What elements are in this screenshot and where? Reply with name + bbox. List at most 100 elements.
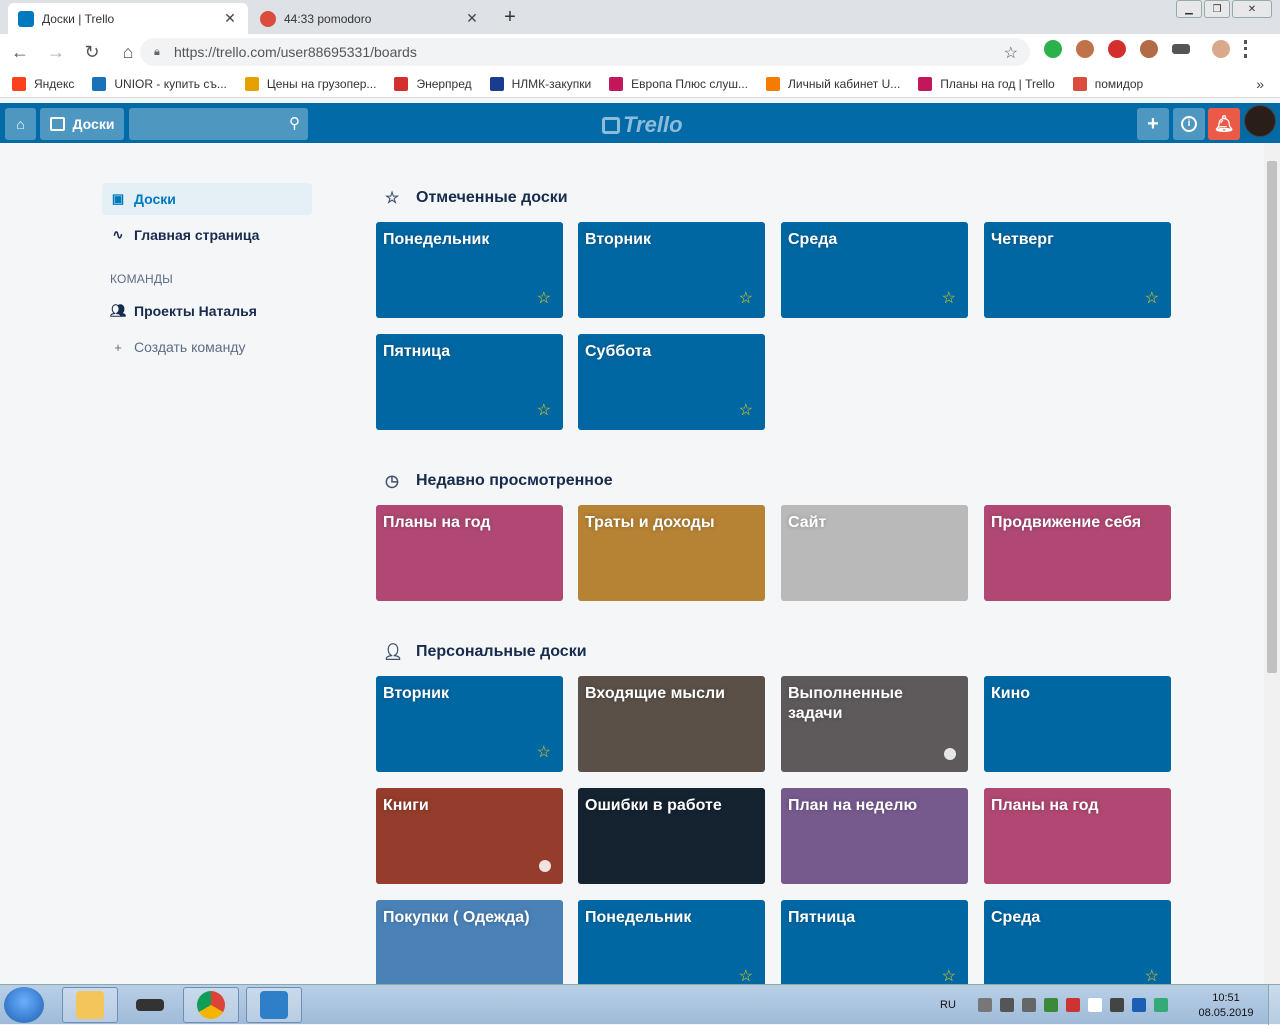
star-icon[interactable]: ☆ xyxy=(537,400,551,420)
sidebar-item-boards[interactable]: ▣ Доски xyxy=(102,183,312,215)
board-tile[interactable]: План на неделю xyxy=(781,788,968,884)
network-icon[interactable] xyxy=(1043,998,1058,1012)
bookmark-item[interactable]: Цены на грузопер... xyxy=(244,76,376,91)
taskbar-chrome[interactable] xyxy=(183,987,239,1023)
minimize-icon[interactable]: ▁ xyxy=(1176,0,1202,18)
bookmark-star-icon[interactable]: ☆ xyxy=(1004,43,1018,63)
board-tile[interactable]: Траты и доходы xyxy=(578,505,765,601)
star-icon[interactable]: ☆ xyxy=(739,400,753,420)
board-tile[interactable]: Вторник ☆ xyxy=(578,222,765,318)
search-icon[interactable]: ⚲ xyxy=(289,114,300,132)
bookmark-item[interactable]: Энерпред xyxy=(394,76,472,91)
bookmark-label: помидор xyxy=(1094,76,1144,91)
info-button[interactable]: i xyxy=(1173,108,1205,140)
adblock-icon[interactable] xyxy=(1108,40,1126,58)
board-tile[interactable]: Покупки ( Одежда) xyxy=(376,900,563,996)
reload-button[interactable]: ↻ xyxy=(76,36,108,68)
board-tile[interactable]: Суббота ☆ xyxy=(578,334,765,430)
menu-icon[interactable] xyxy=(1244,40,1248,58)
board-tile[interactable]: Планы на год xyxy=(984,788,1171,884)
board-tile[interactable]: Вторник ☆ xyxy=(376,676,563,772)
notifications-button[interactable]: 🔔︎ xyxy=(1208,108,1240,140)
star-icon[interactable]: ☆ xyxy=(942,966,956,986)
language-indicator[interactable]: RU xyxy=(940,999,956,1011)
volume-icon[interactable] xyxy=(977,998,992,1012)
board-name: План на неделю xyxy=(788,797,918,814)
vertical-scrollbar[interactable] xyxy=(1264,143,1280,984)
bookmark-item[interactable]: Планы на год | Trello xyxy=(918,76,1055,91)
board-name: Книги xyxy=(383,797,429,814)
extension-shield-icon[interactable] xyxy=(1172,44,1190,54)
board-tile[interactable]: Кино xyxy=(984,676,1171,772)
bookmark-item[interactable]: UNIOR - купить съ... xyxy=(92,76,227,91)
search-input[interactable]: ⚲ xyxy=(129,108,308,140)
star-icon[interactable]: ☆ xyxy=(1145,288,1159,308)
scrollbar-thumb[interactable] xyxy=(1267,161,1277,673)
star-icon[interactable]: ☆ xyxy=(537,742,551,762)
board-tile[interactable]: Продвижение себя xyxy=(984,505,1171,601)
create-team-button[interactable]: + Создать команду xyxy=(102,331,312,363)
board-tile[interactable]: Среда ☆ xyxy=(984,900,1171,996)
board-tile[interactable]: Среда ☆ xyxy=(781,222,968,318)
bookmark-item[interactable]: Личный кабинет U... xyxy=(766,76,901,91)
new-tab-button[interactable]: + xyxy=(498,6,522,29)
star-icon[interactable]: ☆ xyxy=(739,288,753,308)
forward-button[interactable]: → xyxy=(40,36,72,68)
flag-icon[interactable] xyxy=(1087,998,1102,1012)
bookmark-item[interactable]: помидор xyxy=(1072,76,1144,91)
star-icon[interactable]: ☆ xyxy=(537,288,551,308)
taskbar-app[interactable] xyxy=(246,987,302,1023)
bell-icon: 🔔︎ xyxy=(1213,116,1235,133)
boards-button[interactable]: Доски xyxy=(40,108,124,140)
board-tile[interactable]: Понедельник ☆ xyxy=(578,900,765,996)
star-icon[interactable]: ☆ xyxy=(942,288,956,308)
device-icon[interactable] xyxy=(1109,998,1124,1012)
restore-icon[interactable]: ❐ xyxy=(1204,0,1230,18)
network-error-icon[interactable] xyxy=(1065,998,1080,1012)
avatar[interactable] xyxy=(1244,105,1276,137)
bookmark-label: НЛМК-закупки xyxy=(511,76,592,91)
close-window-icon[interactable]: ✕ xyxy=(1232,0,1272,18)
sidebar-item-home[interactable]: ∿ Главная страница xyxy=(102,219,312,251)
taskbar-explorer[interactable] xyxy=(62,987,118,1023)
profile-avatar-icon[interactable] xyxy=(1212,40,1230,58)
board-tile[interactable]: Пятница ☆ xyxy=(376,334,563,430)
extension-green-icon[interactable] xyxy=(1044,40,1062,58)
extension-avatar-icon[interactable] xyxy=(1076,40,1094,58)
close-tab-icon[interactable]: ✕ xyxy=(222,10,238,27)
back-button[interactable]: ← xyxy=(4,36,36,68)
home-button[interactable]: ⌂ xyxy=(5,108,36,140)
bookmark-label: Личный кабинет U... xyxy=(788,76,901,91)
pen-icon[interactable] xyxy=(1131,998,1146,1012)
show-desktop-button[interactable] xyxy=(1268,985,1280,1025)
tab-pomodoro[interactable]: 44:33 pomodoro ✕ xyxy=(250,3,490,34)
taskbar-scanner[interactable] xyxy=(122,987,178,1023)
bookmark-item[interactable]: Яндекс xyxy=(12,76,74,91)
close-tab-icon[interactable]: ✕ xyxy=(464,10,480,27)
board-tile[interactable]: Книги xyxy=(376,788,563,884)
board-tile[interactable]: Четверг ☆ xyxy=(984,222,1171,318)
star-icon[interactable]: ☆ xyxy=(1145,966,1159,986)
star-icon[interactable]: ☆ xyxy=(739,966,753,986)
sidebar-item-team[interactable]: 👥︎ Проекты Наталья xyxy=(102,295,312,327)
create-button[interactable]: + xyxy=(1137,108,1169,140)
start-button[interactable] xyxy=(4,987,44,1023)
board-tile[interactable]: Выполненные задачи xyxy=(781,676,968,772)
board-tile[interactable]: Пятница ☆ xyxy=(781,900,968,996)
keyboard-icon[interactable] xyxy=(999,998,1014,1012)
bookmarks-overflow-button[interactable]: » xyxy=(1256,76,1264,92)
board-tile[interactable]: Понедельник ☆ xyxy=(376,222,563,318)
bookmark-item[interactable]: Европа Плюс слуш... xyxy=(609,76,748,91)
bookmark-item[interactable]: НЛМК-закупки xyxy=(489,76,592,91)
board-tile[interactable]: Входящие мысли xyxy=(578,676,765,772)
extension-badge-icon[interactable] xyxy=(1140,40,1158,58)
board-tile[interactable]: Сайт xyxy=(781,505,968,601)
tab-trello-boards[interactable]: Доски | Trello ✕ xyxy=(8,3,248,34)
address-bar[interactable]: 🔒︎ https://trello.com/user88695331/board… xyxy=(140,38,1030,66)
speaker-icon[interactable] xyxy=(1021,998,1036,1012)
clock[interactable]: 10:51 08.05.2019 xyxy=(1196,991,1256,1021)
board-tile[interactable]: Планы на год xyxy=(376,505,563,601)
bluetooth-icon[interactable] xyxy=(1153,998,1168,1012)
trello-logo[interactable]: Trello xyxy=(602,112,683,138)
board-tile[interactable]: Ошибки в работе xyxy=(578,788,765,884)
